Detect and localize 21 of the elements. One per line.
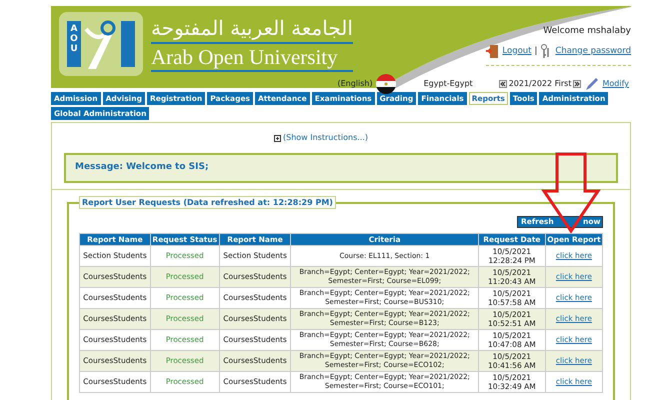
change-password-link[interactable]: Change password [555, 44, 631, 58]
branch-label: Egypt-Egypt [424, 78, 473, 90]
message-text: Message: Welcome to SIS; [75, 161, 209, 174]
welcome-text: Welcome mshalaby [543, 25, 631, 38]
expand-icon[interactable] [274, 134, 281, 142]
university-name-arabic: الجامعة العربية المفتوحة [151, 16, 353, 40]
figure-drawing [84, 19, 118, 69]
language-label: (English) [337, 78, 373, 90]
logo-pillar [121, 21, 135, 67]
panel-legend: Report User Requests (Data refreshed at: 12:28:29 PM) [79, 196, 336, 209]
show-instructions-link[interactable]: (Show Instructions...) [283, 132, 368, 144]
university-name: Arab Open University [151, 46, 339, 68]
term-label: 2021/2022 First [508, 78, 572, 90]
modify-link[interactable]: Modify [602, 78, 629, 90]
logout-link[interactable]: Logout [502, 44, 532, 58]
previous-icon[interactable] [498, 80, 507, 88]
link-separator: | [534, 44, 538, 58]
door-exit-icon [486, 44, 500, 58]
next-icon[interactable] [573, 80, 582, 88]
logo-letters: AOU [67, 21, 81, 67]
flag-icon [376, 74, 396, 94]
